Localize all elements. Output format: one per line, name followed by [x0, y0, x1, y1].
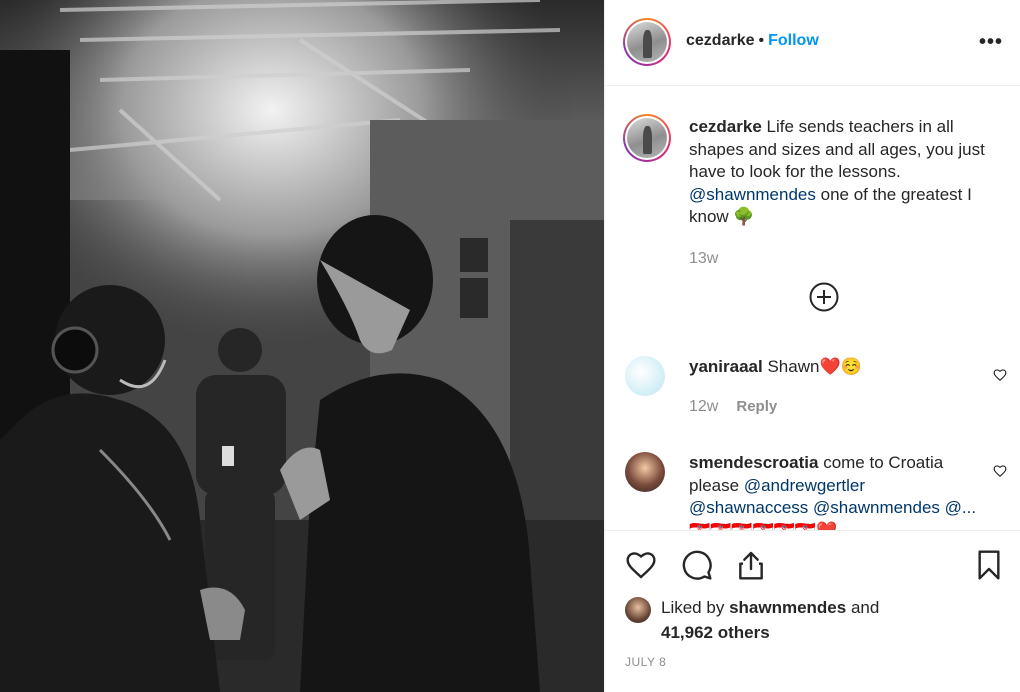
comment-avatar-yaniraaal[interactable]: [625, 356, 665, 396]
comment-smendescroatia: smendescroatia come to Croatia please @a…: [689, 452, 989, 530]
comment-avatar-smendescroatia[interactable]: [625, 452, 665, 492]
post-sidebar: cezdarke • Follow ••• cezdarke Life sends …: [604, 0, 1020, 692]
liker-avatar[interactable]: [625, 597, 651, 623]
header-username[interactable]: cezdarke: [686, 32, 755, 49]
like-comment-heart-icon[interactable]: [993, 368, 1007, 382]
comment-bubble-icon[interactable]: [681, 549, 713, 581]
header-separator: •: [758, 32, 765, 49]
plus-circle-icon[interactable]: [809, 282, 839, 312]
header-user-line: cezdarke • Follow: [686, 32, 819, 50]
caption-time[interactable]: 13w: [689, 250, 718, 268]
tree-emoji: 🌳: [733, 207, 755, 226]
comment-mention-1[interactable]: @andrewgertler: [744, 476, 865, 495]
post-date[interactable]: JULY 8: [625, 655, 666, 669]
like-heart-icon[interactable]: [625, 549, 657, 581]
likes-connector: and: [850, 598, 880, 617]
likes-prefix: Liked by: [661, 598, 725, 617]
caption-username[interactable]: cezdarke: [689, 117, 762, 136]
comments-section: cezdarke Life sends teachers in all shap…: [605, 86, 1020, 530]
backstage-photo: [0, 0, 604, 692]
comment-username[interactable]: smendescroatia: [689, 453, 818, 472]
comment-emoji: ❤️☺️: [819, 357, 862, 376]
share-icon[interactable]: [735, 549, 767, 581]
bookmark-icon[interactable]: [973, 549, 1005, 581]
post-photo[interactable]: [0, 0, 604, 692]
more-options-icon[interactable]: •••: [979, 32, 1003, 52]
comment-username[interactable]: yaniraaal: [689, 357, 763, 376]
likes-summary[interactable]: Liked by shawnmendes and 41,962 others: [661, 595, 879, 645]
post-actions: Liked by shawnmendes and 41,962 others J…: [605, 530, 1020, 692]
likes-count[interactable]: 41,962 others: [661, 623, 770, 642]
reply-button[interactable]: Reply: [736, 398, 777, 415]
follow-button[interactable]: Follow: [768, 32, 819, 49]
comment-mention-3[interactable]: @shawnmendes: [813, 498, 940, 517]
like-comment-heart-icon[interactable]: [993, 464, 1007, 478]
comment-text: Shawn: [767, 357, 820, 376]
comment-time[interactable]: 12w: [689, 398, 718, 415]
comment-yaniraaal: yaniraaal Shawn❤️☺️: [689, 356, 862, 378]
caption-author-avatar[interactable]: [623, 114, 671, 162]
comment-meta: 12w Reply: [689, 398, 777, 416]
comment-mention-partial[interactable]: @...: [945, 498, 976, 517]
likes-user[interactable]: shawnmendes: [729, 598, 846, 617]
author-avatar[interactable]: [623, 18, 671, 66]
caption-mention[interactable]: @shawnmendes: [689, 185, 816, 204]
comment-mention-2[interactable]: @shawnaccess: [689, 498, 808, 517]
comment-emoji-row: 🇭🇷🇭🇷🇭🇷🇭🇷🇭🇷🇭🇷❤️: [689, 520, 838, 531]
caption: cezdarke Life sends teachers in all shap…: [689, 116, 1007, 229]
instagram-post: cezdarke • Follow ••• cezdarke Life sends …: [0, 0, 1020, 692]
post-header: cezdarke • Follow •••: [605, 0, 1020, 86]
